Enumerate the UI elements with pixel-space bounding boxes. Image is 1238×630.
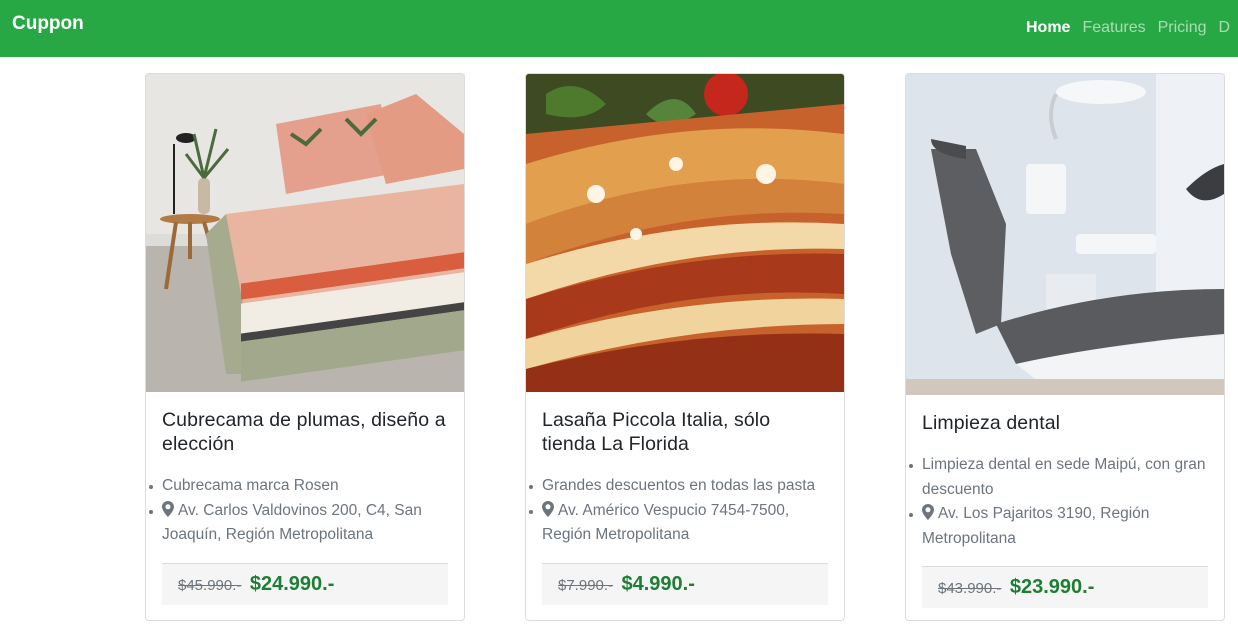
nav-home[interactable]: Home	[1026, 19, 1070, 36]
map-marker-icon	[922, 504, 934, 520]
card-title: Limpieza dental	[922, 412, 1061, 434]
card-description: Grandes descuentos en todas las pasta	[529, 474, 828, 499]
card-description: Cubrecama marca Rosen	[149, 474, 448, 499]
map-marker-icon	[542, 500, 554, 517]
bedspread-photo	[146, 74, 464, 392]
map-marker-icon	[162, 500, 174, 517]
lasagna-photo	[526, 74, 844, 392]
nav-links: Home Features Pricing D	[1026, 19, 1238, 37]
deal-card-dental[interactable]: Limpieza dental Limpieza dental en sede …	[905, 73, 1225, 621]
card-details: Grandes descuentos en todas las pasta Av…	[529, 474, 828, 548]
nav-features[interactable]: Features	[1082, 19, 1145, 36]
deal-card-lasagna[interactable]: Lasaña Piccola Italia, sólo tienda La Fl…	[525, 73, 845, 621]
price-bar: $45.990.- $24.990.-	[162, 562, 448, 605]
dental-chair-photo	[906, 74, 1224, 395]
deal-card-bedspread[interactable]: Cubrecama de plumas, diseño a elección C…	[145, 73, 465, 621]
card-address: Av. Carlos Valdovinos 200, C4, San Joaqu…	[162, 501, 422, 544]
price-bar: $43.990.- $23.990.-	[922, 566, 1208, 608]
price-bar: $7.990.- $4.990.-	[542, 562, 828, 605]
new-price: $23.990.-	[1009, 576, 1095, 598]
old-price: $7.990.-	[558, 576, 614, 594]
card-title: Cubrecama de plumas, diseño a elección	[162, 409, 446, 455]
new-price: $24.990.-	[249, 572, 335, 595]
nav-pricing[interactable]: Pricing	[1158, 19, 1207, 36]
new-price: $4.990.-	[621, 572, 695, 595]
card-address-item: Av. Américo Vespucio 7454-7500, Región M…	[529, 499, 828, 548]
card-address-item: Av. Carlos Valdovinos 200, C4, San Joaqu…	[149, 499, 448, 548]
old-price: $43.990.-	[938, 580, 1002, 597]
card-description: Limpieza dental en sede Maipú, con gran …	[909, 453, 1208, 502]
old-price: $45.990.-	[178, 576, 242, 594]
nav-d[interactable]: D	[1219, 19, 1231, 36]
card-address: Av. Américo Vespucio 7454-7500, Región M…	[542, 501, 790, 544]
card-details: Limpieza dental en sede Maipú, con gran …	[909, 453, 1208, 551]
card-address: Av. Los Pajaritos 3190, Región Metropoli…	[922, 505, 1150, 547]
card-address-item: Av. Los Pajaritos 3190, Región Metropoli…	[909, 502, 1208, 551]
navbar: Cuppon Home Features Pricing D	[0, 0, 1238, 57]
card-title: Lasaña Piccola Italia, sólo tienda La Fl…	[542, 409, 771, 455]
card-details: Cubrecama marca Rosen Av. Carlos Valdovi…	[149, 474, 448, 548]
brand-logo[interactable]: Cuppon	[12, 13, 84, 35]
